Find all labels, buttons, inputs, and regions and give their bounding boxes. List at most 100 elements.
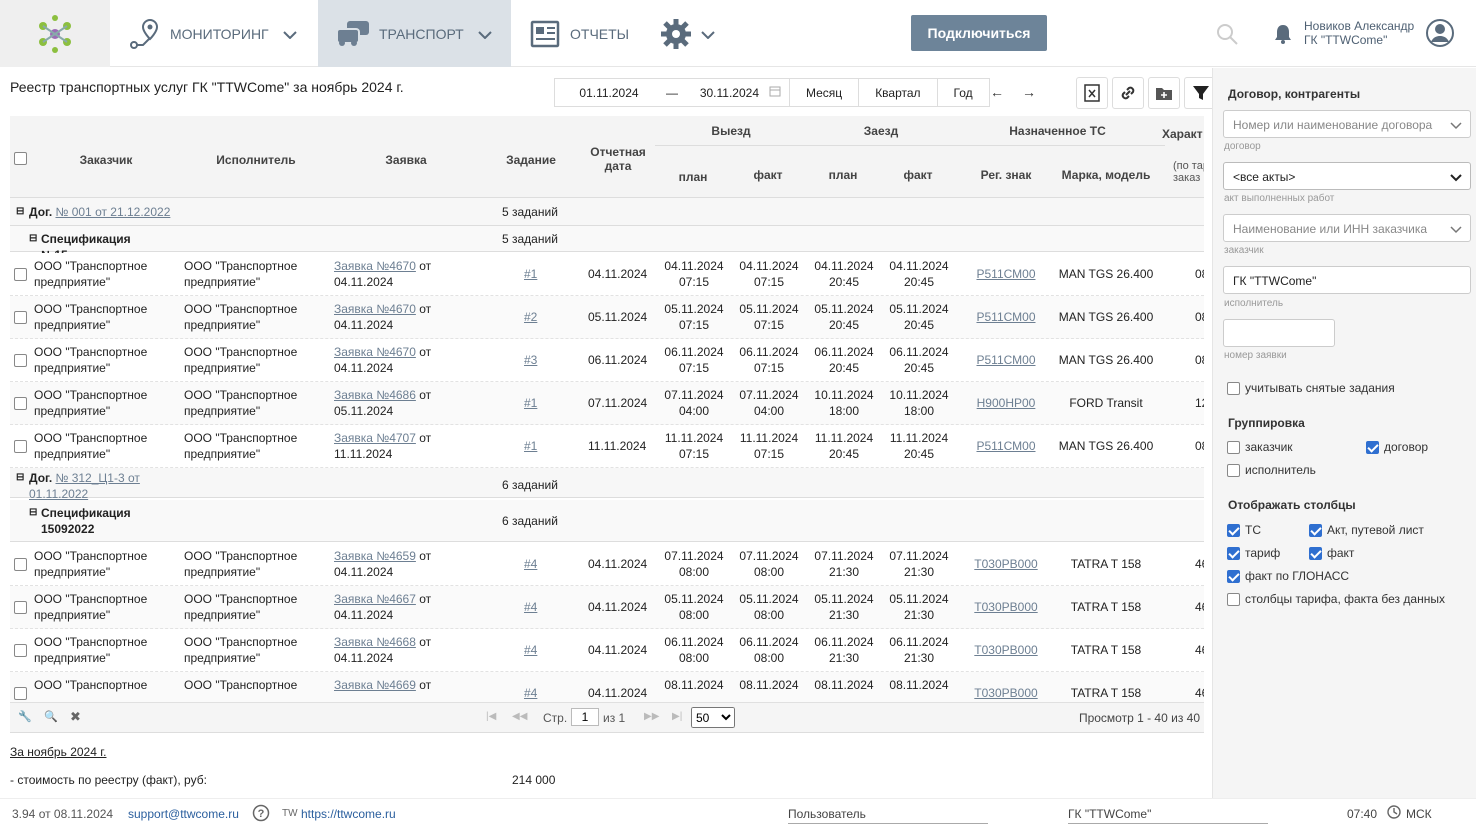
col-act-option[interactable]: Акт, путевой лист [1309,523,1424,537]
app-logo[interactable] [0,0,110,67]
col-reg[interactable]: Рег. знак [970,168,1042,182]
order-link[interactable]: Заявка №4670 [334,302,416,316]
table-row[interactable]: ООО "Транспортное предприятие" ООО "Транс… [10,629,1204,672]
task-link[interactable]: #4 [524,556,537,572]
vehicle-reg-link[interactable]: Р511СМ00 [966,438,1046,454]
group-contract-option[interactable]: договор [1366,440,1428,454]
col-ts-option[interactable]: ТС [1227,523,1261,537]
col-glonass-checkbox[interactable] [1227,569,1240,583]
order-number-input[interactable] [1223,319,1335,347]
select-all-checkbox[interactable] [14,152,27,165]
vehicle-reg-link[interactable]: Т030РВ000 [966,642,1046,658]
contract-link[interactable]: № 001 от 21.12.2022 [56,205,171,219]
col-empty-checkbox[interactable] [1227,592,1240,606]
order-link[interactable]: Заявка №4707 [334,431,416,445]
year-button[interactable]: Год [936,79,989,106]
col-fact-checkbox[interactable] [1309,546,1322,560]
table-row[interactable]: ООО "Транспортное предприятие" ООО "Транс… [10,339,1204,382]
customer-input[interactable]: Наименование или ИНН заказчика [1223,214,1471,242]
vehicle-reg-link[interactable]: Р511СМ00 [966,266,1046,282]
col-departure-plan[interactable]: план [665,170,721,184]
col-executor[interactable]: Исполнитель [200,153,312,167]
row-checkbox[interactable] [14,601,27,614]
col-arrival-fact[interactable]: факт [890,168,946,182]
removed-tasks-checkbox[interactable] [1227,381,1240,395]
search-icon[interactable] [1215,22,1239,49]
row-checkbox[interactable] [14,268,27,281]
col-model[interactable]: Марка, модель [1060,168,1152,182]
task-link[interactable]: #3 [524,352,537,368]
wrench-icon[interactable]: 🔧 [18,710,32,723]
export-excel-button[interactable] [1076,77,1108,109]
collapse-icon[interactable]: ⊟ [29,505,37,521]
spec-group-row[interactable]: ⊟ Спецификация 15092022 6 заданий [10,500,1204,542]
group-executor-option[interactable]: исполнитель [1227,463,1316,477]
vehicle-reg-link[interactable]: Т030РВ000 [966,556,1046,572]
nav-transport[interactable]: Транспорт [318,0,511,67]
nav-reports[interactable]: Отчеты [530,0,640,67]
collapse-icon[interactable]: ⊟ [29,231,37,247]
table-row[interactable]: ООО "Транспортное предприятие" ООО "Транс… [10,253,1204,296]
row-checkbox[interactable] [14,354,27,367]
contract-group-row[interactable]: ⊟ Дог. № 312_Ц1-3 от 01.11.2022 6 заданий [10,468,1204,501]
col-order[interactable]: Заявка [350,153,462,167]
col-empty-option[interactable]: столбцы тарифа, факта без данных [1227,592,1445,606]
clear-icon[interactable]: ✖ [70,709,81,725]
site-link[interactable]: https://ttwcome.ru [301,807,396,821]
col-fact-option[interactable]: факт [1309,546,1354,560]
group-customer-checkbox[interactable] [1227,440,1240,454]
help-icon[interactable]: ? [252,804,270,825]
vehicle-reg-link[interactable]: Р511СМ00 [966,352,1046,368]
date-from[interactable]: 01.11.2024 [555,79,663,106]
last-page-icon[interactable]: ▶| [672,711,682,722]
add-folder-button[interactable] [1148,77,1180,109]
contract-group-row[interactable]: ⊟ Дог. № 001 от 21.12.2022 5 заданий [10,198,1204,226]
collapse-icon[interactable]: ⊟ [16,470,24,486]
group-customer-option[interactable]: заказчик [1227,440,1293,454]
col-tariff-checkbox[interactable] [1227,546,1240,560]
task-link[interactable]: #4 [524,642,537,658]
table-row[interactable]: ООО "Транспортное предприятие" ООО "Транс… [10,586,1204,629]
acts-select[interactable]: <все акты> [1223,162,1471,190]
executor-input[interactable]: ГК "TTWCome" [1223,266,1471,294]
nav-settings[interactable] [659,0,719,67]
calendar-icon[interactable] [769,85,781,100]
group-contract-checkbox[interactable] [1366,440,1379,454]
vehicle-reg-link[interactable]: Р511СМ00 [966,309,1046,325]
order-link[interactable]: Заявка №4659 [334,549,416,563]
connect-button[interactable]: Подключиться [911,15,1047,51]
vehicle-reg-link[interactable]: Т030РВ000 [966,599,1046,615]
row-checkbox[interactable] [14,397,27,410]
vehicle-reg-link[interactable]: Т030РВ000 [966,685,1046,701]
page-input[interactable] [571,708,599,726]
task-link[interactable]: #4 [524,685,537,701]
order-link[interactable]: Заявка №4670 [334,259,416,273]
per-page-select[interactable]: 50 [691,707,735,728]
support-email[interactable]: support@ttwcome.ru [128,807,239,821]
row-checkbox[interactable] [14,687,27,700]
order-link[interactable]: Заявка №4669 [334,678,416,692]
collapse-icon[interactable]: ⊟ [16,204,24,220]
quarter-button[interactable]: Квартал [858,79,936,106]
row-checkbox[interactable] [14,644,27,657]
arrow-right-icon[interactable]: → [1022,84,1036,100]
order-link[interactable]: Заявка №4668 [334,635,416,649]
contract-input[interactable]: Номер или наименование договора [1223,110,1471,138]
col-tariff-option[interactable]: тариф [1227,546,1280,560]
col-customer[interactable]: Заказчик [50,153,162,167]
table-row[interactable]: ООО "Транспортное предприятие" ООО "Транс… [10,543,1204,586]
order-link[interactable]: Заявка №4670 [334,345,416,359]
month-button[interactable]: Месяц [789,79,858,106]
order-link[interactable]: Заявка №4667 [334,592,416,606]
col-task[interactable]: Задание [490,153,572,167]
col-glonass-option[interactable]: факт по ГЛОНАСС [1227,569,1349,583]
table-row[interactable]: ООО "Транспортное предприятие" ООО "Транс… [10,425,1204,468]
row-checkbox[interactable] [14,311,27,324]
table-row[interactable]: ООО "Транспортное предприятие" ООО "Транс… [10,382,1204,425]
spec-group-row[interactable]: ⊟Спецификация №155 заданий [10,226,1204,262]
task-link[interactable]: #1 [524,438,537,454]
date-to-field[interactable]: 30.11.2024 [681,79,789,106]
next-page-icon[interactable]: ▶▶ [644,711,659,722]
arrow-left-icon[interactable]: ← [990,84,1004,100]
table-row[interactable]: ООО "Транспортное предприятие" ООО "Транс… [10,296,1204,339]
